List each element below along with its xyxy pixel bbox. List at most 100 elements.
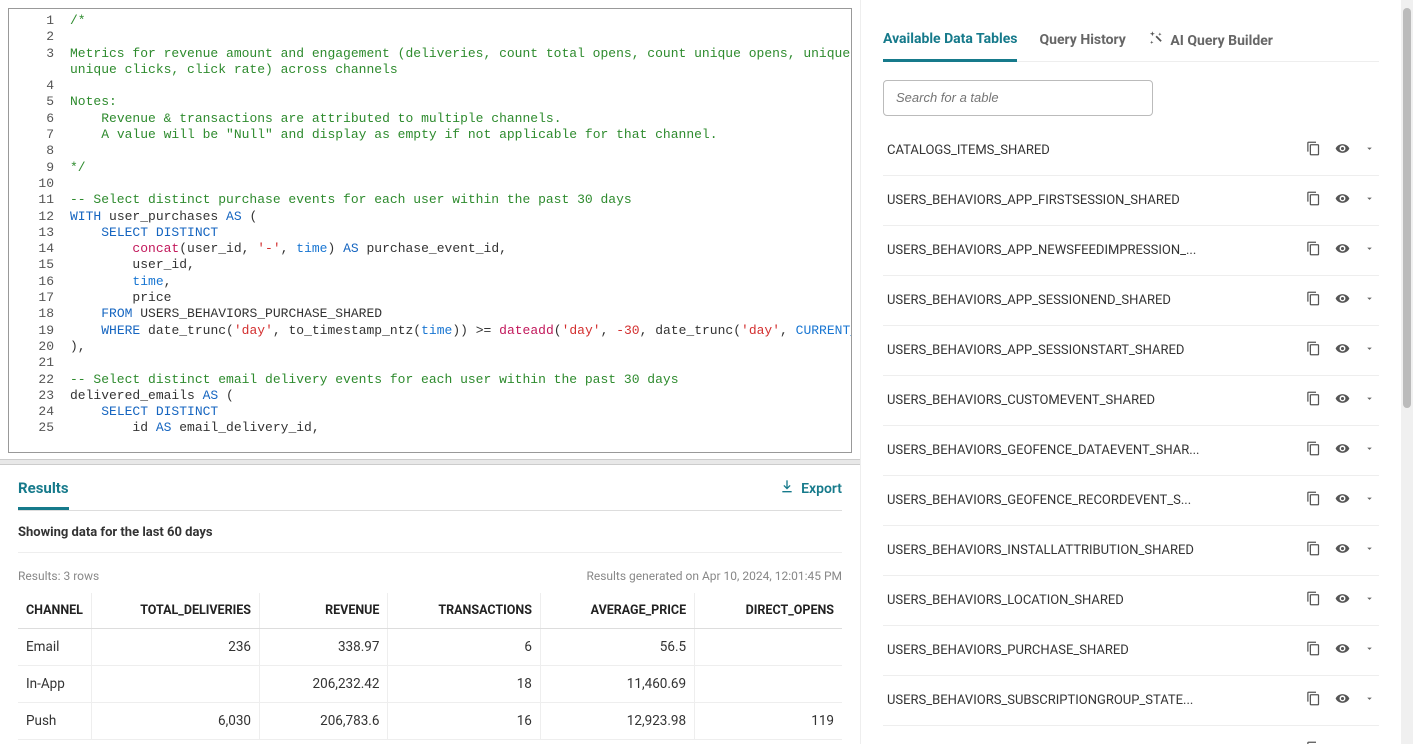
copy-icon[interactable] [1306, 391, 1321, 410]
copy-icon[interactable] [1306, 491, 1321, 510]
eye-icon[interactable] [1335, 591, 1350, 610]
table-name: USERS_BEHAVIORS_APP_NEWSFEEDIMPRESSION_.… [887, 243, 1196, 258]
col-channel[interactable]: CHANNEL [18, 593, 91, 629]
cell: 206,232.42 [260, 666, 388, 703]
table-search-box[interactable] [883, 80, 1153, 116]
table-list-item[interactable]: USERS_BEHAVIORS_GEOFENCE_RECORDEVENT_S..… [883, 476, 1379, 526]
copy-icon[interactable] [1306, 691, 1321, 710]
col-total_deliveries[interactable]: TOTAL_DELIVERIES [91, 593, 259, 629]
table-actions [1306, 341, 1375, 360]
cell: 119 [695, 703, 842, 740]
eye-icon[interactable] [1335, 291, 1350, 310]
eye-icon[interactable] [1335, 341, 1350, 360]
chevron-down-icon[interactable] [1364, 693, 1375, 708]
copy-icon[interactable] [1306, 641, 1321, 660]
results-subtitle: Showing data for the last 60 days [18, 511, 842, 553]
chevron-down-icon[interactable] [1364, 343, 1375, 358]
code-area[interactable]: /* Metrics for revenue amount and engage… [64, 9, 851, 452]
copy-icon[interactable] [1306, 191, 1321, 210]
eye-icon[interactable] [1335, 141, 1350, 160]
chevron-down-icon[interactable] [1364, 393, 1375, 408]
table-list-item[interactable]: CATALOGS_ITEMS_SHARED [883, 126, 1379, 176]
download-icon [779, 479, 795, 499]
eye-icon[interactable] [1335, 641, 1350, 660]
copy-icon[interactable] [1306, 591, 1321, 610]
chevron-down-icon[interactable] [1364, 643, 1375, 658]
table-name: USERS_BEHAVIORS_APP_SESSIONSTART_SHARED [887, 343, 1184, 358]
cell: Email [18, 629, 91, 666]
tab-query-history[interactable]: Query History [1039, 24, 1125, 60]
table-list-item[interactable]: USERS_BEHAVIORS_GEOFENCE_DATAEVENT_SHAR.… [883, 426, 1379, 476]
copy-icon[interactable] [1306, 441, 1321, 460]
cell: 338.97 [260, 629, 388, 666]
chevron-down-icon[interactable] [1364, 543, 1375, 558]
chevron-down-icon[interactable] [1364, 493, 1375, 508]
copy-icon[interactable] [1306, 141, 1321, 160]
cell: 6,030 [91, 703, 259, 740]
cell: 18 [388, 666, 540, 703]
table-header-row: CHANNELTOTAL_DELIVERIESREVENUETRANSACTIO… [18, 593, 842, 629]
table-list-item[interactable]: USERS_BEHAVIORS_PURCHASE_SHARED [883, 626, 1379, 676]
chevron-down-icon[interactable] [1364, 243, 1375, 258]
table-list-item[interactable]: USERS_BEHAVIORS_CUSTOMEVENT_SHARED [883, 376, 1379, 426]
table-name: USERS_BEHAVIORS_GEOFENCE_DATAEVENT_SHAR.… [887, 443, 1199, 458]
chevron-down-icon[interactable] [1364, 593, 1375, 608]
eye-icon[interactable] [1335, 191, 1350, 210]
table-name: USERS_BEHAVIORS_LOCATION_SHARED [887, 593, 1124, 608]
eye-icon[interactable] [1335, 441, 1350, 460]
chevron-down-icon[interactable] [1364, 193, 1375, 208]
table-list-item[interactable]: USERS_BEHAVIORS_INSTALLATTRIBUTION_SHARE… [883, 526, 1379, 576]
table-list-item[interactable]: USERS_BEHAVIORS_APP_NEWSFEEDIMPRESSION_.… [883, 226, 1379, 276]
copy-icon[interactable] [1306, 241, 1321, 260]
cell: Push [18, 703, 91, 740]
table-list-item[interactable]: USERS_BEHAVIORS_SUBSCRIPTION_GLOBALSTATE… [883, 726, 1379, 744]
eye-icon[interactable] [1335, 391, 1350, 410]
eye-icon[interactable] [1335, 541, 1350, 560]
table-name: USERS_BEHAVIORS_PURCHASE_SHARED [887, 643, 1129, 658]
results-tab[interactable]: Results [18, 467, 69, 510]
chevron-down-icon[interactable] [1364, 143, 1375, 158]
table-list-item[interactable]: USERS_BEHAVIORS_APP_SESSIONSTART_SHARED [883, 326, 1379, 376]
search-input[interactable] [896, 90, 1140, 105]
results-header: Results Export [18, 467, 842, 511]
table-actions [1306, 391, 1375, 410]
copy-icon[interactable] [1306, 341, 1321, 360]
table-actions [1306, 191, 1375, 210]
copy-icon[interactable] [1306, 541, 1321, 560]
tab-available-tables[interactable]: Available Data Tables [883, 23, 1017, 62]
eye-icon[interactable] [1335, 691, 1350, 710]
table-list-item[interactable]: USERS_BEHAVIORS_APP_FIRSTSESSION_SHARED [883, 176, 1379, 226]
scrollbar-thumb[interactable] [1403, 8, 1411, 408]
chevron-down-icon[interactable] [1364, 293, 1375, 308]
col-direct_opens[interactable]: DIRECT_OPENS [695, 593, 842, 629]
results-panel: Results Export Showing data for the last… [0, 467, 860, 744]
table-name: USERS_BEHAVIORS_INSTALLATTRIBUTION_SHARE… [887, 543, 1194, 558]
right-pane: Available Data Tables Query History AI Q… [860, 0, 1401, 744]
cell: 206,783.6 [260, 703, 388, 740]
pane-divider[interactable] [0, 459, 860, 465]
table-row: Push6,030206,783.61612,923.98119 [18, 703, 842, 740]
eye-icon[interactable] [1335, 491, 1350, 510]
col-revenue[interactable]: REVENUE [260, 593, 388, 629]
sql-editor[interactable]: 123 456789101112131415161718192021222324… [8, 8, 852, 453]
table-name: USERS_BEHAVIORS_CUSTOMEVENT_SHARED [887, 393, 1155, 408]
tab-ai-query-builder[interactable]: AI Query Builder [1148, 22, 1273, 61]
table-actions [1306, 541, 1375, 560]
copy-icon[interactable] [1306, 291, 1321, 310]
results-meta: Results: 3 rows Results generated on Apr… [18, 553, 842, 593]
col-average_price[interactable]: AVERAGE_PRICE [540, 593, 694, 629]
col-transactions[interactable]: TRANSACTIONS [388, 593, 540, 629]
cell [695, 629, 842, 666]
table-list-item[interactable]: USERS_BEHAVIORS_APP_SESSIONEND_SHARED [883, 276, 1379, 326]
cell [91, 666, 259, 703]
vertical-scrollbar[interactable] [1401, 0, 1413, 744]
table-row: In-App206,232.421811,460.69 [18, 666, 842, 703]
cell: 11,460.69 [540, 666, 694, 703]
table-list-item[interactable]: USERS_BEHAVIORS_SUBSCRIPTIONGROUP_STATE.… [883, 676, 1379, 726]
export-button[interactable]: Export [779, 479, 842, 499]
table-list-item[interactable]: USERS_BEHAVIORS_LOCATION_SHARED [883, 576, 1379, 626]
tab-ai-label: AI Query Builder [1170, 33, 1273, 49]
chevron-down-icon[interactable] [1364, 443, 1375, 458]
table-name: USERS_BEHAVIORS_APP_FIRSTSESSION_SHARED [887, 193, 1180, 208]
eye-icon[interactable] [1335, 241, 1350, 260]
